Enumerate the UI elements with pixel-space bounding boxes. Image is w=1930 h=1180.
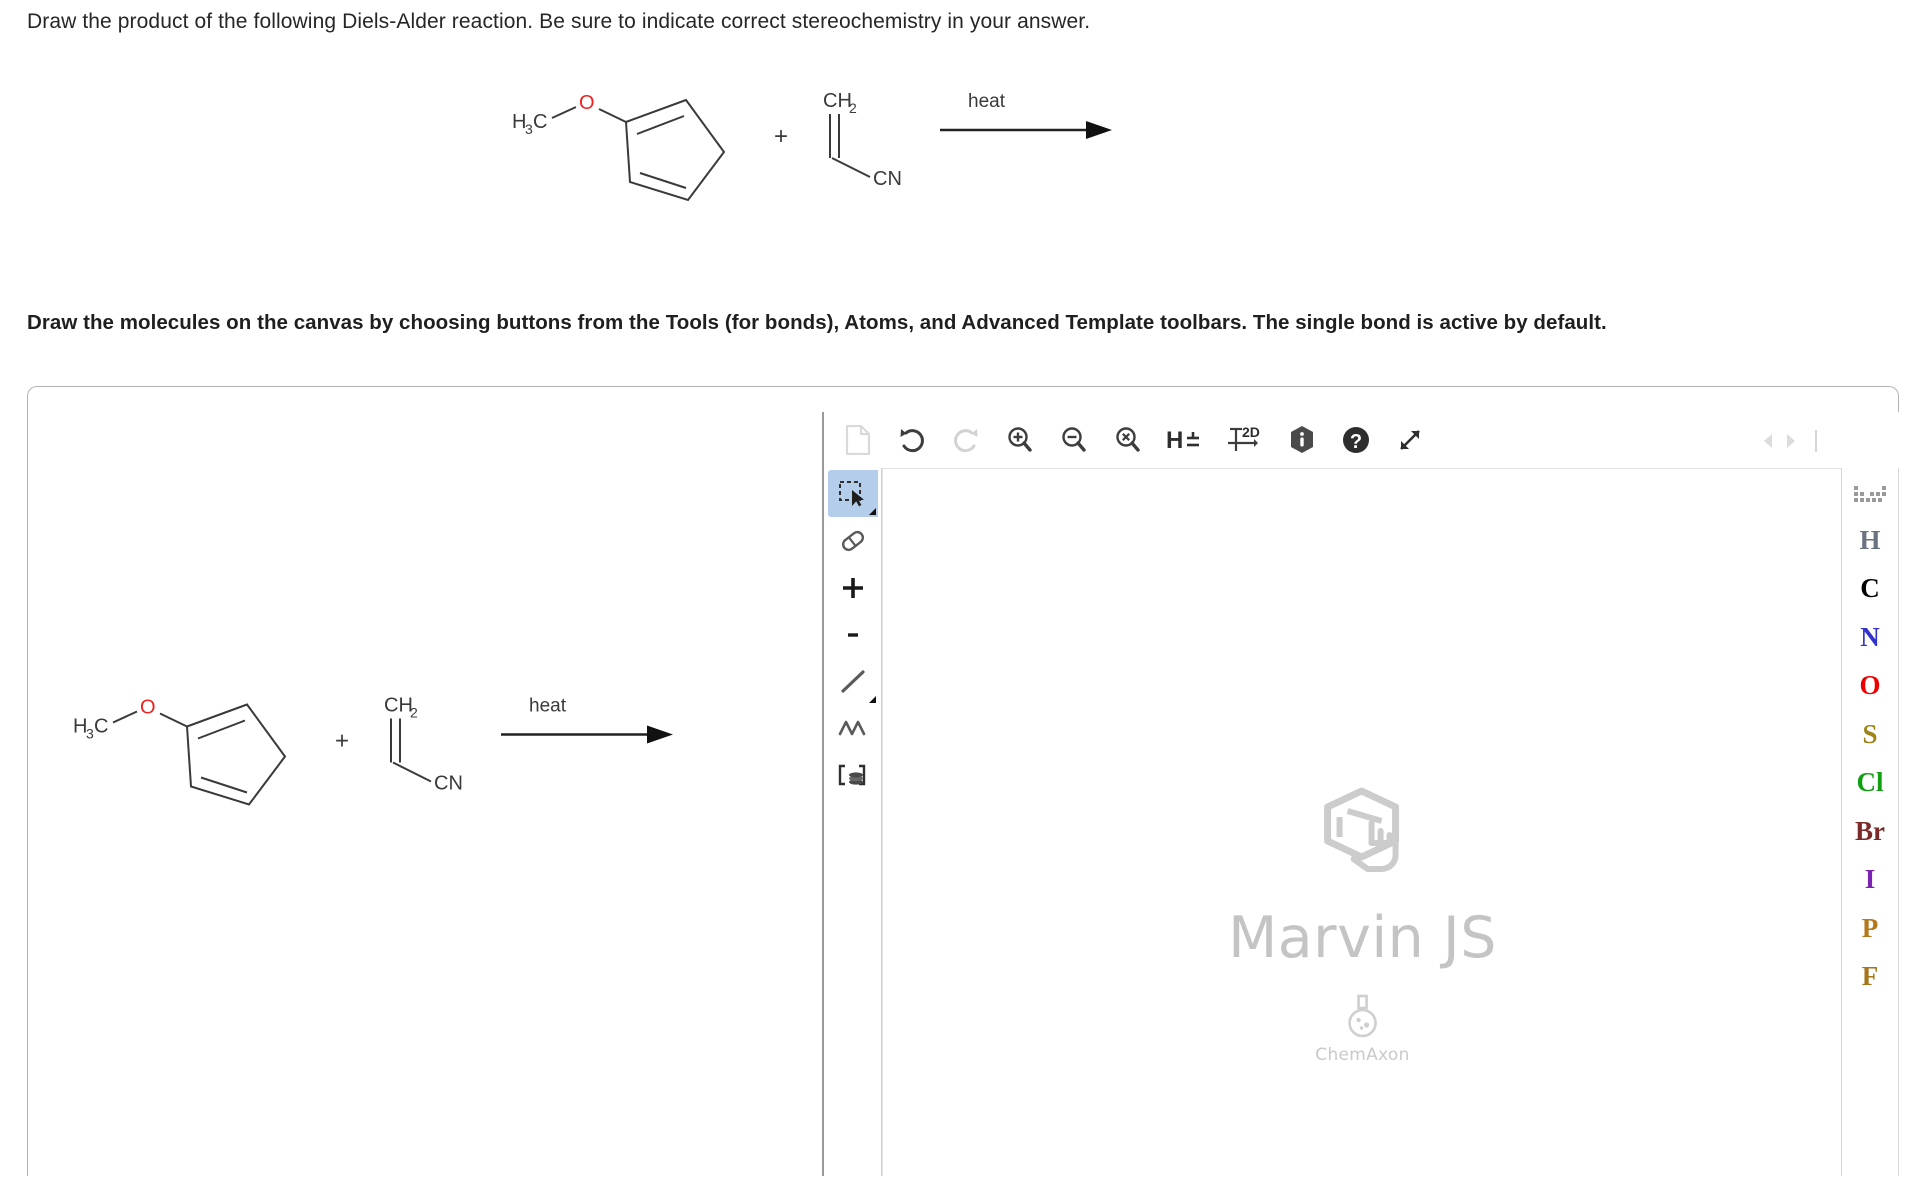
tools-palette (824, 468, 882, 1176)
fullscreen-icon[interactable] (1392, 422, 1428, 458)
hydrogen-toggle-icon[interactable]: H (1164, 422, 1206, 458)
bond-methyl-oxygen (551, 106, 577, 119)
drawing-instructions: Draw the molecules on the canvas by choo… (27, 311, 1607, 334)
double-bond-inner-2 (200, 776, 248, 794)
bond-methyl-oxygen (112, 710, 138, 724)
svg-text:2D: 2D (1242, 424, 1260, 440)
zoom-reset-icon[interactable] (1110, 422, 1146, 458)
watermark-vendor: ChemAxon (1315, 1045, 1410, 1065)
ch2-label: CH (823, 90, 852, 112)
atom-button-p[interactable]: P (1843, 904, 1897, 953)
methyl-sub: 3 (86, 726, 94, 742)
ch2-sub: 2 (410, 705, 418, 721)
eraser-tool[interactable] (828, 517, 878, 564)
plus-sign: + (774, 123, 788, 150)
nav-next-icon[interactable] (1784, 432, 1798, 450)
chemaxon-flask-icon (1348, 994, 1377, 1038)
atom-button-f[interactable]: F (1843, 953, 1897, 1002)
atom-button-c[interactable]: C (1843, 565, 1897, 614)
help-icon[interactable]: ? (1338, 422, 1374, 458)
reaction-scheme-canvas: H 3 C O + CH 2 CN heat (61, 682, 681, 812)
atom-button-o[interactable]: O (1843, 662, 1897, 711)
reaction-scheme-prompt: H 3 C O + CH 2 CN heat (500, 80, 1120, 205)
methyl-carbon: C (94, 716, 108, 738)
marvin-watermark: Marvin JS ChemAxon (1228, 787, 1497, 1065)
clean-2d-icon[interactable]: 2D (1224, 422, 1266, 458)
double-bond-inner-1 (636, 115, 685, 135)
arrow-condition-label: heat (968, 91, 1006, 112)
undo-icon[interactable] (894, 422, 930, 458)
drawing-canvas[interactable]: Marvin JS ChemAxon (882, 468, 1842, 1176)
marvin-js-editor: H 2D ? Marvin JS ChemAxon H C N O S Cl B… (822, 412, 1899, 1176)
ch2-label: CH (384, 695, 413, 717)
nav-divider (1815, 430, 1817, 452)
zoom-out-icon[interactable] (1056, 422, 1092, 458)
increase-charge-tool[interactable] (828, 564, 878, 611)
zoom-in-icon[interactable] (1002, 422, 1038, 458)
atom-button-n[interactable]: N (1843, 613, 1897, 662)
atom-button-cl[interactable]: Cl (1843, 759, 1897, 808)
oxygen-label: O (140, 697, 156, 719)
nitrile-label: CN (873, 168, 902, 190)
info-icon[interactable] (1284, 422, 1320, 458)
periodic-table-icon[interactable] (1843, 474, 1897, 516)
atom-button-i[interactable]: I (1843, 856, 1897, 905)
nav-prev-icon[interactable] (1761, 432, 1775, 450)
chain-tool[interactable] (828, 705, 878, 752)
atom-button-br[interactable]: Br (1843, 807, 1897, 856)
ch2-sub: 2 (849, 100, 857, 116)
marvin-toolbar: H 2D ? (824, 412, 1899, 468)
atoms-palette: H C N O S Cl Br I P F (1841, 468, 1899, 1176)
atom-button-s[interactable]: S (1843, 710, 1897, 759)
page-title: Draw the product of the following Diels-… (27, 10, 1091, 33)
watermark-title: Marvin JS (1228, 905, 1497, 971)
bond-to-nitrile (831, 157, 871, 178)
double-bond-inner-1 (197, 719, 246, 740)
single-bond-tool[interactable] (828, 658, 878, 705)
decrease-charge-tool[interactable] (828, 611, 878, 658)
bond-oxygen-ring (598, 108, 627, 123)
oxygen-label: O (579, 92, 595, 114)
svg-text:H: H (1166, 427, 1183, 454)
arrow-condition-label: heat (529, 696, 567, 717)
new-document-icon[interactable] (840, 422, 876, 458)
reaction-arrow-head (1086, 121, 1112, 139)
canvas-nav-arrows (1761, 430, 1817, 452)
bond-to-nitrile (392, 761, 432, 783)
marvin-logo-icon (1323, 787, 1399, 872)
reaction-arrow-head (647, 725, 673, 744)
nitrile-label: CN (434, 773, 463, 795)
single-bond-tool-expand-corner[interactable] (868, 696, 876, 703)
methyl-sub: 3 (525, 121, 533, 137)
template-tool[interactable] (828, 752, 878, 799)
selection-tool[interactable] (827, 470, 878, 517)
svg-text:?: ? (1350, 431, 1362, 453)
atom-button-h[interactable]: H (1843, 516, 1897, 565)
redo-icon[interactable] (948, 422, 984, 458)
selection-tool-expand-corner[interactable] (868, 508, 876, 515)
methyl-carbon: C (533, 111, 547, 133)
double-bond-inner-2 (639, 172, 687, 189)
bond-oxygen-ring (159, 712, 188, 728)
plus-sign: + (335, 728, 349, 755)
